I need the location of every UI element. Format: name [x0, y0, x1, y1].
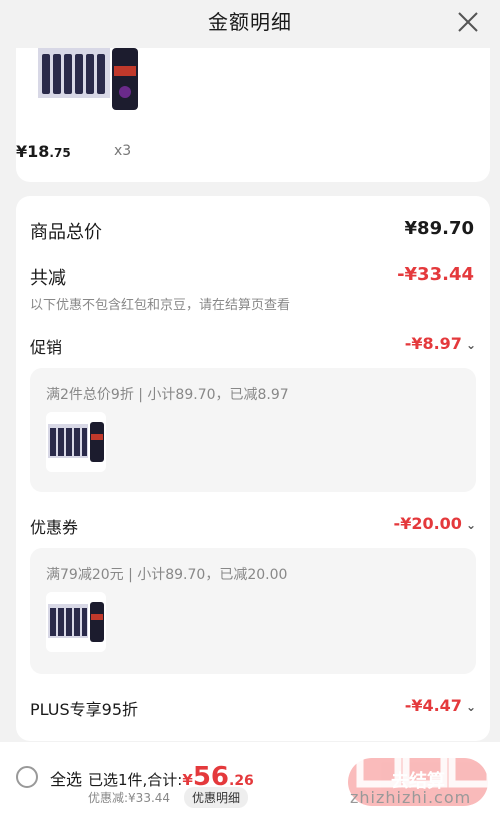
chevron-down-icon: ⌄: [465, 700, 476, 714]
chevron-down-icon: ⌄: [465, 518, 476, 532]
product-card: [16, 48, 490, 182]
coupon-label: 优惠券: [30, 518, 79, 537]
product-thumbnail: [46, 412, 106, 472]
promo-value-text: -¥8.97: [404, 334, 462, 353]
chevron-down-icon: ⌄: [465, 338, 476, 352]
goods-total-label: 商品总价: [30, 222, 102, 243]
amount-card: 商品总价 ¥89.70 共减 -¥33.44 以下优惠不包含红包和京豆，请在结算…: [16, 196, 490, 741]
coupon-detail-text: 满79减20元 | 小计89.70，已减20.00: [46, 567, 288, 583]
coupon-value-text: -¥20.00: [393, 514, 462, 533]
promo-detail-box: 满2件总价9折 | 小计89.70，已减8.97: [30, 368, 476, 492]
product-thumbnail: [46, 592, 106, 652]
plus-value-text: -¥4.47: [404, 696, 462, 715]
plus-value[interactable]: -¥4.47 ⌄: [405, 696, 476, 715]
plus-label: PLUS专享95折: [30, 700, 138, 719]
page-title: 金额明细: [208, 10, 292, 34]
promo-detail-text: 满2件总价9折 | 小计89.70，已减8.97: [46, 387, 289, 403]
item-price-dec: .75: [49, 146, 71, 160]
select-all-label[interactable]: 全选: [50, 766, 82, 790]
item-price-int: ¥18: [16, 142, 50, 161]
total-reduce-value: -¥33.44: [397, 264, 474, 285]
close-icon[interactable]: [454, 8, 482, 36]
select-all-radio[interactable]: [16, 766, 38, 788]
header: 金额明细: [0, 0, 500, 48]
selected-prefix: 已选1件,合计:: [88, 771, 183, 789]
product-image: [38, 48, 138, 110]
discount-note: 以下优惠不包含红包和京豆，请在结算页查看: [30, 298, 291, 313]
discount-detail-button[interactable]: 优惠明细: [184, 787, 249, 808]
discount-amount: 优惠减:¥33.44: [88, 791, 171, 805]
coupon-value[interactable]: -¥20.00 ⌄: [394, 514, 476, 533]
promo-label: 促销: [30, 338, 63, 357]
item-quantity: x3: [114, 143, 132, 159]
watermark-text: zhizhizhi.com: [350, 788, 472, 807]
goods-total-value: ¥89.70: [404, 218, 474, 239]
total-reduce-label: 共减: [30, 268, 66, 289]
item-price: ¥18.75: [16, 142, 71, 161]
coupon-detail-box: 满79减20元 | 小计89.70，已减20.00: [30, 548, 476, 674]
promo-value[interactable]: -¥8.97 ⌄: [405, 334, 476, 353]
